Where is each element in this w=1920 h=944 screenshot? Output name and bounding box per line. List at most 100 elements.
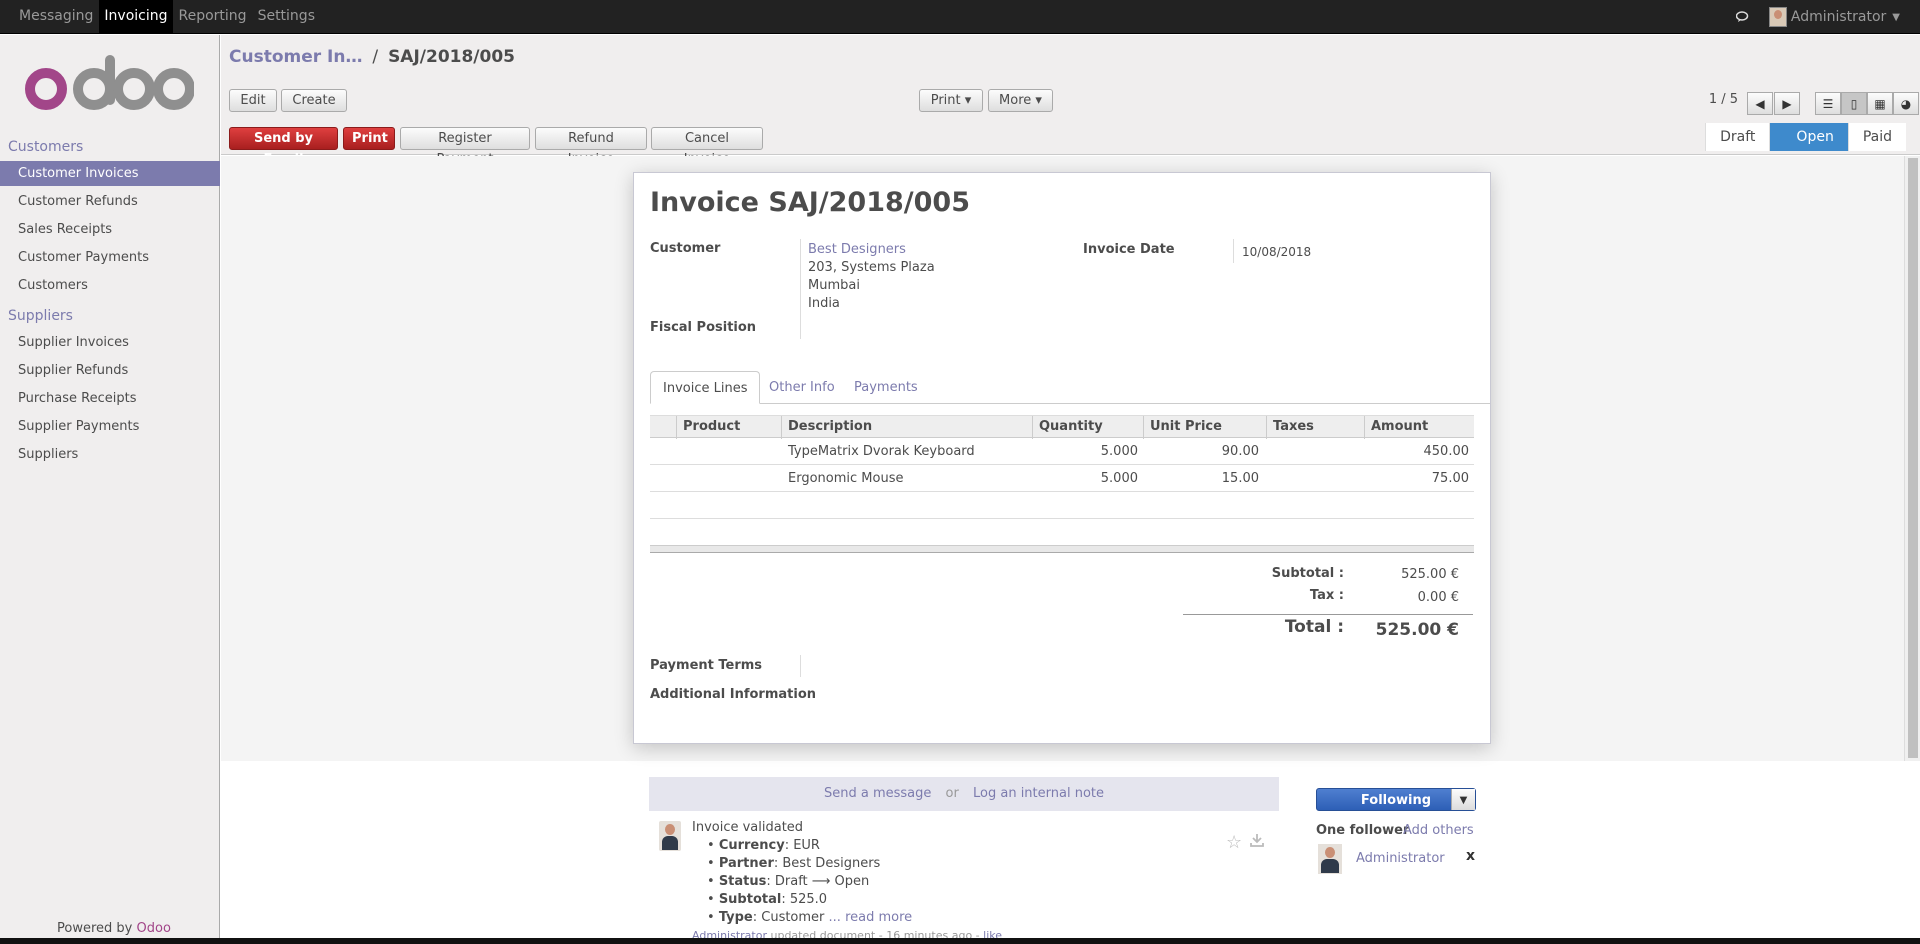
sidebar-item-purchase-receipts[interactable]: Purchase Receipts bbox=[0, 386, 220, 411]
status-paid[interactable]: Paid bbox=[1847, 123, 1906, 151]
star-icon[interactable]: ☆ bbox=[1226, 832, 1242, 853]
send-by-email-button[interactable]: Send by Email bbox=[229, 127, 338, 167]
user-area: Administrator ▼ bbox=[1735, 0, 1900, 34]
send-message-link[interactable]: Send a message bbox=[824, 786, 931, 801]
cell-unit-price: 15.00 bbox=[1221, 471, 1259, 486]
table-row-empty bbox=[650, 492, 1474, 519]
tracking-currency: • Currency: EUR bbox=[707, 838, 820, 853]
pager-next-button[interactable]: ▶ bbox=[1774, 92, 1800, 115]
sidebar-item-supplier-refunds[interactable]: Supplier Refunds bbox=[0, 358, 220, 383]
menu-settings[interactable]: Settings bbox=[253, 0, 320, 34]
calendar-view-icon[interactable]: ▦ bbox=[1867, 92, 1893, 115]
breadcrumb-parent[interactable]: Customer In… bbox=[229, 47, 362, 67]
table-row[interactable]: Ergonomic Mouse 5.000 15.00 75.00 bbox=[650, 465, 1474, 492]
sidebar-item-customer-refunds[interactable]: Customer Refunds bbox=[0, 189, 220, 214]
message-author-avatar[interactable] bbox=[659, 821, 681, 851]
list-view-icon[interactable]: ☰ bbox=[1815, 92, 1841, 115]
status-bar: Draft Open Paid bbox=[1705, 123, 1906, 151]
sidebar-item-sales-receipts[interactable]: Sales Receipts bbox=[0, 217, 220, 242]
or-label: or bbox=[945, 786, 959, 801]
message: Invoice validated • Currency: EUR • Part… bbox=[692, 819, 1002, 944]
customer-address-line2: Mumbai bbox=[808, 278, 860, 293]
col-amount[interactable]: Amount bbox=[1364, 416, 1474, 439]
tracking-type: • Type: Customer ... read more bbox=[707, 910, 913, 925]
col-unit-price[interactable]: Unit Price bbox=[1143, 416, 1263, 439]
pager-value[interactable]: 1 / 5 bbox=[1709, 92, 1738, 107]
customer-name-link[interactable]: Best Designers bbox=[808, 242, 906, 257]
menu-reporting[interactable]: Reporting bbox=[174, 0, 252, 34]
add-others-link[interactable]: Add others bbox=[1403, 823, 1474, 838]
follower-name-link[interactable]: Administrator bbox=[1356, 851, 1445, 866]
tracking-value: : 525.0 bbox=[781, 892, 828, 907]
menu-invoicing[interactable]: Invoicing bbox=[99, 0, 173, 34]
sidebar-item-customer-invoices[interactable]: Customer Invoices bbox=[0, 161, 220, 186]
pager-previous-button[interactable]: ◀ bbox=[1747, 92, 1773, 115]
control-panel: Customer In… / SAJ/2018/005 Edit Create … bbox=[221, 35, 1920, 167]
edit-button[interactable]: Edit bbox=[229, 89, 277, 112]
customer-address-line1: 203, Systems Plaza bbox=[808, 260, 935, 275]
tracking-field: Currency bbox=[718, 838, 785, 853]
customer-label: Customer bbox=[650, 241, 721, 256]
sidebar-item-customer-payments[interactable]: Customer Payments bbox=[0, 245, 220, 270]
print-menu-button[interactable]: Print ▾ bbox=[919, 89, 983, 112]
cell-description: TypeMatrix Dvorak Keyboard bbox=[788, 444, 975, 459]
tracking-value: : Draft ⟶ Open bbox=[766, 874, 870, 889]
powered-by-link[interactable]: Odoo bbox=[137, 921, 171, 936]
composer-bar: Send a message or Log an internal note bbox=[649, 777, 1279, 811]
refund-invoice-button[interactable]: Refund Invoice bbox=[535, 127, 647, 167]
invoice-date-value: 10/08/2018 bbox=[1242, 245, 1312, 259]
print-button[interactable]: Print bbox=[343, 127, 395, 150]
user-avatar[interactable] bbox=[1768, 7, 1787, 27]
sidebar-item-customers[interactable]: Customers bbox=[0, 273, 220, 298]
chevron-down-icon[interactable]: ▼ bbox=[1892, 12, 1900, 23]
sidebar-item-supplier-invoices[interactable]: Supplier Invoices bbox=[0, 330, 220, 355]
sidebar-item-supplier-payments[interactable]: Supplier Payments bbox=[0, 414, 220, 439]
scrollbar[interactable] bbox=[1904, 156, 1920, 761]
totals-divider bbox=[1183, 614, 1473, 615]
menu-messaging[interactable]: Messaging bbox=[14, 0, 98, 34]
chevron-down-icon[interactable]: ▼ bbox=[1451, 789, 1475, 810]
following-button[interactable]: Following ▼ bbox=[1316, 788, 1476, 811]
table-header: Product Description Quantity Unit Price … bbox=[650, 415, 1474, 439]
col-product[interactable]: Product bbox=[676, 416, 778, 439]
chat-icon[interactable] bbox=[1735, 11, 1751, 23]
form-view-icon[interactable]: ▯ bbox=[1841, 92, 1867, 115]
breadcrumb-separator: / bbox=[372, 47, 379, 67]
status-draft[interactable]: Draft bbox=[1705, 123, 1770, 151]
register-payment-button[interactable]: Register Payment bbox=[400, 127, 530, 167]
create-button[interactable]: Create bbox=[281, 89, 347, 112]
table-row[interactable]: TypeMatrix Dvorak Keyboard 5.000 90.00 4… bbox=[650, 438, 1474, 465]
tracking-partner: • Partner: Best Designers bbox=[707, 856, 881, 871]
col-quantity[interactable]: Quantity bbox=[1032, 416, 1142, 439]
tab-other-info[interactable]: Other Info bbox=[757, 371, 847, 404]
top-navbar: Messaging Invoicing Reporting Settings A… bbox=[0, 0, 1920, 34]
status-open[interactable]: Open bbox=[1769, 123, 1848, 151]
cancel-invoice-button[interactable]: Cancel Invoice bbox=[651, 127, 763, 167]
total-label: Total : bbox=[1284, 617, 1344, 637]
tab-invoice-lines[interactable]: Invoice Lines bbox=[650, 371, 761, 404]
tax-label: Tax : bbox=[1309, 588, 1344, 603]
download-icon[interactable] bbox=[1249, 832, 1265, 848]
follower-avatar[interactable] bbox=[1318, 844, 1342, 874]
read-more-link[interactable]: ... read more bbox=[829, 910, 913, 925]
sidebar-section-suppliers: Suppliers bbox=[8, 308, 73, 324]
field-separator bbox=[800, 239, 801, 339]
cell-quantity: 5.000 bbox=[1100, 444, 1138, 459]
customer-address-line3: India bbox=[808, 296, 840, 311]
cell-quantity: 5.000 bbox=[1100, 471, 1138, 486]
graph-view-icon[interactable]: ◕ bbox=[1893, 92, 1919, 115]
col-description[interactable]: Description bbox=[781, 416, 1031, 439]
subtotal-value: 525.00 € bbox=[1401, 567, 1459, 582]
tab-payments[interactable]: Payments bbox=[842, 371, 930, 404]
breadcrumb: Customer In… / SAJ/2018/005 bbox=[229, 47, 515, 67]
col-taxes[interactable]: Taxes bbox=[1266, 416, 1362, 439]
remove-follower-icon[interactable]: x bbox=[1466, 848, 1475, 864]
log-note-link[interactable]: Log an internal note bbox=[973, 786, 1104, 801]
odoo-logo[interactable] bbox=[24, 55, 194, 115]
sidebar-item-suppliers[interactable]: Suppliers bbox=[0, 442, 220, 467]
more-menu-button[interactable]: More ▾ bbox=[988, 89, 1053, 112]
user-name[interactable]: Administrator bbox=[1791, 9, 1886, 25]
scrollbar-thumb[interactable] bbox=[1908, 158, 1918, 758]
cell-amount: 75.00 bbox=[1431, 471, 1469, 486]
tracking-field: Status bbox=[718, 874, 767, 889]
